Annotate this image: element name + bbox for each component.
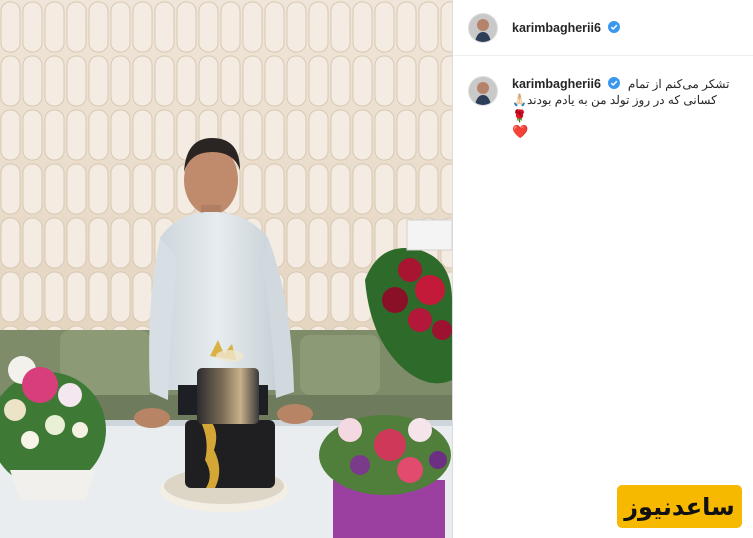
heart-emoji: ❤️: [512, 124, 529, 139]
caption-text-line1: تشکر می‌کنم از تمام: [627, 77, 730, 91]
caption-body: karimbagherii6 تشکر می‌کنم از تمام 🙏🏻کسا…: [512, 76, 732, 140]
post-header: karimbagherii6: [453, 0, 753, 56]
pray-emoji: 🙏🏻: [512, 93, 527, 107]
caption-text-line2: کسانی که در روز تولد من به یادم بودند: [526, 93, 717, 107]
username-text[interactable]: karimbagherii6: [512, 21, 601, 35]
post-sidebar: karimbagherii6 karimbagherii6 تشکر می: [452, 0, 753, 538]
caption-username[interactable]: karimbagherii6: [512, 77, 601, 91]
verified-badge-icon: [608, 77, 621, 89]
caption: karimbagherii6 تشکر می‌کنم از تمام 🙏🏻کسا…: [453, 56, 753, 140]
avatar[interactable]: [468, 12, 498, 43]
verified-badge-icon: [608, 20, 621, 33]
caption-line1: karimbagherii6 تشکر می‌کنم از تمام: [512, 76, 732, 92]
caption-line2: 🙏🏻کسانی که در روز تولد من به یادم بودند …: [512, 92, 732, 124]
birthday-photo: [0, 0, 452, 538]
caption-avatar[interactable]: [468, 76, 498, 106]
rose-emoji: 🌹: [512, 109, 527, 123]
username[interactable]: karimbagherii6: [512, 20, 621, 35]
watermark-logo: ساعدنیوز: [617, 485, 742, 528]
post-photo[interactable]: [0, 0, 452, 538]
watermark-text: ساعدنیوز: [624, 492, 735, 521]
caption-line3: ❤️: [512, 124, 732, 140]
